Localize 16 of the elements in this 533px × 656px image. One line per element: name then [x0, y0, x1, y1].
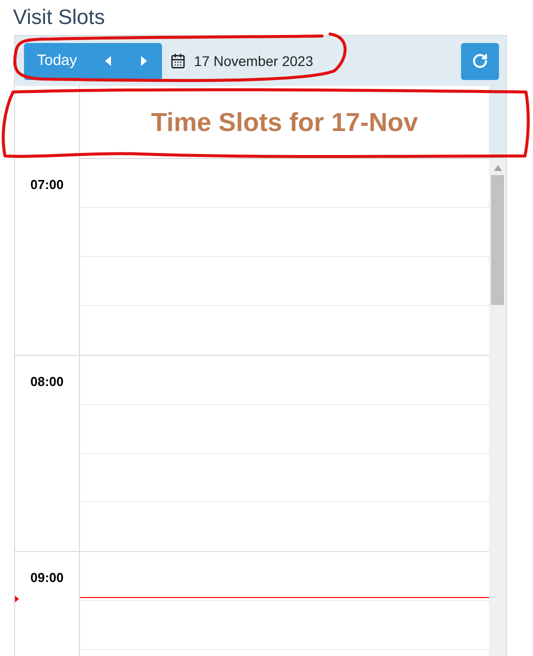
scrollbar[interactable] [489, 159, 506, 656]
page-title: Visit Slots [13, 5, 106, 31]
next-button[interactable] [126, 42, 162, 80]
scroll-up-icon[interactable] [494, 165, 502, 171]
next-icon [141, 56, 148, 66]
calendar-icon [170, 53, 186, 69]
today-button[interactable]: Today [24, 42, 90, 80]
refresh-button[interactable] [461, 42, 499, 80]
previous-icon [105, 56, 112, 66]
refresh-icon [472, 53, 488, 69]
day-header-title: Time Slots for 17-Nov [151, 106, 418, 138]
hour-label: 07:00 [30, 176, 64, 193]
hour-label: 09:00 [30, 569, 64, 586]
scrollbar-thumb[interactable] [491, 175, 504, 305]
current-date: 17 November 2023 [194, 52, 314, 70]
hour-label: 08:00 [30, 373, 64, 390]
